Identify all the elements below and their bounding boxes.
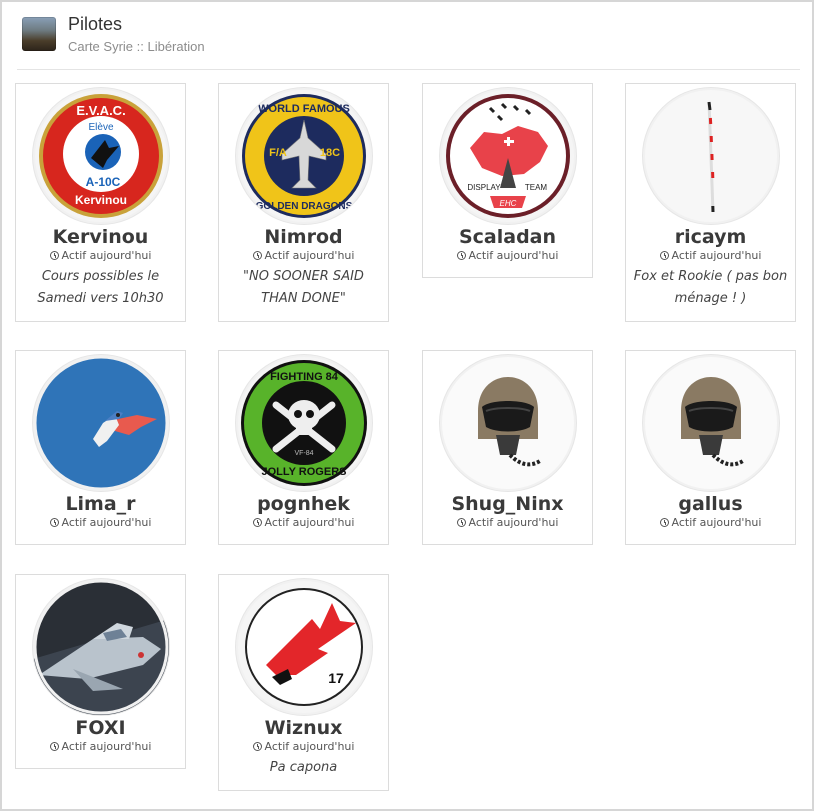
member-card: Lima_r Actif aujourd'hui — [15, 350, 186, 545]
patch-text: FIGHTING 84 — [270, 371, 339, 383]
member-name[interactable]: ricaym — [626, 226, 795, 248]
member-name[interactable]: Shug_Ninx — [423, 493, 592, 515]
patch-text: E.V.A.C. — [76, 103, 125, 118]
jolly-rogers-patch-icon: FIGHTING 84 VF-84 JOLLY ROGERS — [238, 357, 370, 489]
status-text: Actif aujourd'hui — [264, 516, 355, 529]
patch-text: 18C — [320, 147, 340, 159]
activity-status: Actif aujourd'hui — [423, 249, 592, 262]
clock-icon — [252, 742, 262, 751]
patch-text: JOLLY ROGERS — [262, 466, 347, 478]
member-card: ricaym Actif aujourd'hui Fox et Rookie (… — [625, 83, 796, 322]
clock-icon — [659, 251, 669, 260]
member-card: WORLD FAMOUS F/A 18C GOLDEN DRAGONS Nimr… — [218, 83, 389, 322]
status-text: Actif aujourd'hui — [264, 740, 355, 753]
status-text: Actif aujourd'hui — [264, 249, 355, 262]
avatar[interactable]: DISPLAY TEAM EHC — [440, 88, 576, 224]
avatar[interactable] — [643, 88, 779, 224]
evac-a10c-patch-icon: E.V.A.C. Elève A-10C Kervinou — [35, 90, 167, 222]
member-card: 17 Wiznux Actif aujourd'hui Pa capona — [218, 574, 389, 791]
group-thumbnail[interactable] — [22, 17, 56, 51]
patch-text: VF-84 — [294, 450, 313, 457]
golden-dragons-patch-icon: WORLD FAMOUS F/A 18C GOLDEN DRAGONS — [238, 90, 370, 222]
pilot-helmet-icon — [442, 357, 574, 489]
clock-icon — [252, 518, 262, 527]
member-card: DISPLAY TEAM EHC Scaladan Actif aujourd'… — [422, 83, 593, 278]
member-motto: "NO SOONER SAID THAN DONE" — [243, 269, 364, 306]
avatar[interactable] — [643, 355, 779, 491]
activity-status: Actif aujourd'hui — [626, 249, 795, 262]
avatar[interactable] — [440, 355, 576, 491]
patch-text: Elève — [88, 122, 113, 133]
activity-status: Actif aujourd'hui — [16, 740, 185, 753]
divider — [17, 69, 800, 70]
member-motto: Cours possibles le Samedi vers 10h30 — [37, 269, 164, 306]
patch-text: A-10C — [86, 175, 121, 189]
clock-icon — [456, 251, 466, 260]
member-name[interactable]: pognhek — [219, 493, 388, 515]
member-card: gallus Actif aujourd'hui — [625, 350, 796, 545]
activity-status: Actif aujourd'hui — [16, 249, 185, 262]
page-title: Pilotes — [68, 14, 123, 34]
avatar[interactable]: WORLD FAMOUS F/A 18C GOLDEN DRAGONS — [236, 88, 372, 224]
member-name[interactable]: Wiznux — [219, 717, 388, 739]
breadcrumb[interactable]: Carte Syrie :: Libération — [68, 39, 205, 54]
status-text: Actif aujourd'hui — [61, 740, 152, 753]
member-name[interactable]: FOXI — [16, 717, 185, 739]
red-bird-17-patch-icon: 17 — [238, 581, 370, 713]
white-cane-icon — [645, 90, 777, 222]
status-text: Actif aujourd'hui — [468, 249, 559, 262]
member-card: E.V.A.C. Elève A-10C Kervinou Kervinou A… — [15, 83, 186, 322]
patch-text: EHC — [500, 199, 517, 208]
avatar[interactable] — [33, 355, 169, 491]
patch-text: Kervinou — [75, 193, 127, 207]
avatar[interactable] — [33, 579, 169, 715]
member-name[interactable]: gallus — [626, 493, 795, 515]
patch-text: 17 — [328, 670, 344, 686]
patch-text: DISPLAY — [467, 183, 501, 192]
avatar[interactable]: E.V.A.C. Elève A-10C Kervinou — [33, 88, 169, 224]
activity-status: Actif aujourd'hui — [219, 516, 388, 529]
display-team-patch-icon: DISPLAY TEAM EHC — [442, 90, 574, 222]
clock-icon — [659, 518, 669, 527]
clock-icon — [49, 742, 59, 751]
patch-text: F/A — [269, 147, 287, 159]
activity-status: Actif aujourd'hui — [219, 740, 388, 753]
activity-status: Actif aujourd'hui — [219, 249, 388, 262]
bird-icon — [33, 355, 169, 491]
status-text: Actif aujourd'hui — [671, 249, 762, 262]
patch-text: WORLD FAMOUS — [258, 103, 350, 115]
pilot-helmet-icon — [645, 357, 777, 489]
member-card: FIGHTING 84 VF-84 JOLLY ROGERS pognhek A… — [218, 350, 389, 545]
member-name[interactable]: Kervinou — [16, 226, 185, 248]
member-motto: Fox et Rookie ( pas bon ménage ! ) — [633, 269, 788, 306]
status-text: Actif aujourd'hui — [61, 249, 152, 262]
member-card: FOXI Actif aujourd'hui — [15, 574, 186, 769]
activity-status: Actif aujourd'hui — [626, 516, 795, 529]
activity-status: Actif aujourd'hui — [423, 516, 592, 529]
clock-icon — [49, 518, 59, 527]
member-name[interactable]: Nimrod — [219, 226, 388, 248]
member-card: Shug_Ninx Actif aujourd'hui — [422, 350, 593, 545]
status-text: Actif aujourd'hui — [468, 516, 559, 529]
status-text: Actif aujourd'hui — [61, 516, 152, 529]
clock-icon — [456, 518, 466, 527]
clock-icon — [49, 251, 59, 260]
member-motto: Pa capona — [269, 760, 338, 775]
members-panel: Pilotes Carte Syrie :: Libération E.V.A.… — [0, 0, 814, 811]
status-text: Actif aujourd'hui — [671, 516, 762, 529]
panel-header: Pilotes Carte Syrie :: Libération — [20, 14, 800, 58]
avatar[interactable]: FIGHTING 84 VF-84 JOLLY ROGERS — [236, 355, 372, 491]
avatar[interactable]: 17 — [236, 579, 372, 715]
member-name[interactable]: Lima_r — [16, 493, 185, 515]
activity-status: Actif aujourd'hui — [16, 516, 185, 529]
clock-icon — [252, 251, 262, 260]
patch-text: GOLDEN DRAGONS — [256, 201, 353, 212]
patch-text: TEAM — [525, 183, 548, 192]
mirage-jet-icon — [33, 579, 169, 715]
member-name[interactable]: Scaladan — [423, 226, 592, 248]
